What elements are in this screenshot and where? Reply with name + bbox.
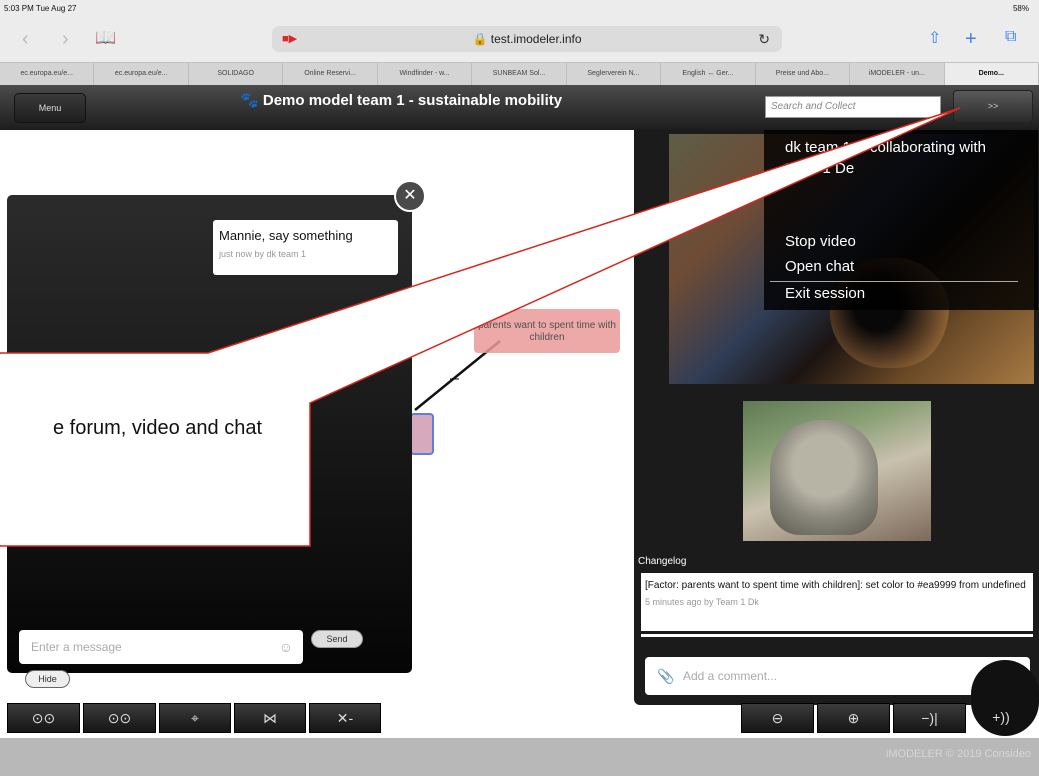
app-header: Menu 🐾 Demo model team 1 - sustainable m… <box>0 85 1039 130</box>
forward-icon[interactable]: › <box>62 28 69 51</box>
open-chat-menu-item[interactable]: Open chat <box>785 258 854 275</box>
callout-text: e forum, video and chat <box>52 417 262 439</box>
changelog-entry-text: [Factor: parents want to spent time with… <box>645 580 1026 591</box>
browser-tab[interactable]: Online Reservi... <box>283 63 378 85</box>
insights-button[interactable]: +)) <box>969 703 1033 733</box>
bookmarks-icon[interactable]: 📖 <box>95 28 116 48</box>
chat-message-text: Mannie, say something <box>219 228 353 243</box>
address-bar[interactable]: ■▶ 🔒 test.imodeler.info ↻ <box>272 26 782 52</box>
browser-tab[interactable]: SUNBEAM Sol... <box>472 63 567 85</box>
browser-tab[interactable]: Seglerverein N... <box>567 63 662 85</box>
changelog-divider <box>641 634 1033 637</box>
reload-icon[interactable]: ↻ <box>758 26 770 52</box>
browser-tabs: ec.europa.eu/e... ec.europa.eu/e... SOLIDA… <box>0 62 1039 85</box>
changelog-heading: Changelog <box>638 556 687 567</box>
chat-message: Mannie, say something just now by dk tea… <box>213 220 398 275</box>
browser-tab[interactable]: ec.europa.eu/e... <box>94 63 189 85</box>
url-text: test.imodeler.info <box>490 32 582 46</box>
ios-status-bar: 5:03 PM Tue Aug 27 58% <box>0 0 1039 18</box>
add-cause-button[interactable]: ⊙⊙ <box>7 703 80 733</box>
cut-button[interactable]: ✕- <box>309 703 381 733</box>
model-title-text: Demo model team 1 - sustainable mobility <box>262 92 563 109</box>
selected-factor-node[interactable] <box>410 413 434 455</box>
app-footer: iMODELER © 2019 Consideo <box>0 738 1039 776</box>
model-title: 🐾 Demo model team 1 - sustainable mobili… <box>240 91 562 109</box>
browser-tab[interactable]: ec.europa.eu/e... <box>0 63 95 85</box>
add-effect-button[interactable]: ⊙⊙ <box>83 703 156 733</box>
comment-placeholder: Add a comment... <box>683 669 778 683</box>
browser-tab[interactable]: Demo... <box>944 63 1039 85</box>
camera-recording-icon: ■▶ <box>282 33 298 45</box>
tabs-overview-icon[interactable]: ⧉ <box>1005 28 1016 46</box>
copyright-text: iMODELER © 2019 Consideo <box>885 748 1031 760</box>
panel-toggle-button[interactable]: >> <box>953 90 1033 123</box>
zoom-out-button[interactable]: ⊖ <box>741 703 814 733</box>
back-icon[interactable]: ‹ <box>22 28 29 51</box>
isolate-button[interactable]: ⌖ <box>159 703 231 733</box>
video-session-title: dk team 1 is collaborating with team 1 D… <box>785 139 986 177</box>
edge-polarity-label: – <box>450 370 459 387</box>
chat-input[interactable]: Enter a message ☺ <box>19 630 303 664</box>
send-button[interactable]: Send <box>311 630 363 648</box>
paperclip-icon[interactable]: 📎 <box>657 657 674 695</box>
zoom-in-button[interactable]: ⊕ <box>817 703 890 733</box>
changelog-entry: [Factor: parents want to spent time with… <box>641 573 1033 631</box>
browser-tab[interactable]: Windfinder - w... <box>378 63 473 85</box>
emoji-icon[interactable]: ☺ <box>279 630 293 664</box>
search-input[interactable]: Search and Collect <box>765 96 941 118</box>
browser-tab[interactable]: iMODELER - un... <box>850 63 945 85</box>
stop-video-menu-item[interactable]: Stop video <box>785 233 856 250</box>
chat-message-meta: just now by dk team 1 <box>219 249 307 259</box>
menu-button[interactable]: Menu <box>14 93 86 123</box>
status-time: 5:03 PM Tue Aug 27 <box>4 4 77 13</box>
browser-tab[interactable]: Preise und Abo... <box>756 63 851 85</box>
factor-node[interactable]: parents want to spent time with children <box>474 309 620 353</box>
team-icon: 🐾 <box>240 92 259 109</box>
fit-view-button[interactable]: −)| <box>893 703 966 733</box>
battery-indicator: 58% <box>1012 4 1029 13</box>
browser-tab[interactable]: SOLIDAGO <box>189 63 284 85</box>
close-icon[interactable]: ✕ <box>394 180 426 212</box>
new-tab-icon[interactable]: + <box>965 28 977 51</box>
browser-navbar: ‹ › 📖 ■▶ 🔒 test.imodeler.info ↻ ⇧ + ⧉ <box>0 18 1039 62</box>
local-video-subject <box>770 420 878 535</box>
lock-icon: 🔒 <box>472 32 488 46</box>
changelog-entry-meta: 5 minutes ago by Team 1 Dk <box>645 597 759 607</box>
network-button[interactable]: ⋈ <box>234 703 306 733</box>
share-icon[interactable]: ⇧ <box>928 28 941 48</box>
chat-input-placeholder: Enter a message <box>31 640 122 654</box>
menu-divider <box>770 281 1018 282</box>
exit-session-menu-item[interactable]: Exit session <box>785 285 865 302</box>
browser-tab[interactable]: English ↔ Ger... <box>661 63 756 85</box>
hide-button[interactable]: Hide <box>25 670 70 688</box>
